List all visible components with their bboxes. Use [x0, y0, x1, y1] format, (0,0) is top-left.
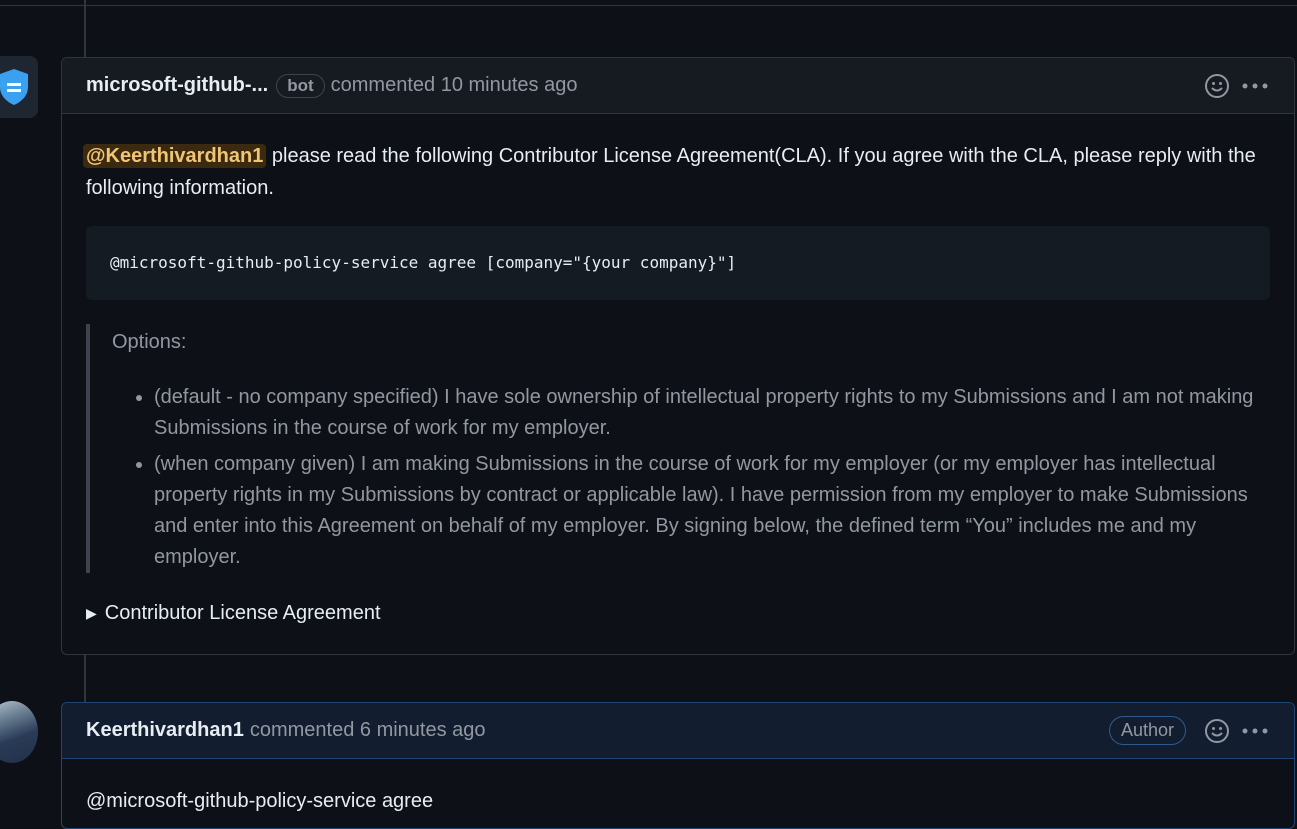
options-list: (default - no company specified) I have …	[112, 382, 1270, 573]
user-avatar[interactable]	[0, 701, 38, 763]
bot-badge: bot	[276, 73, 325, 98]
timeline-line	[84, 653, 86, 703]
author-badge: Author	[1108, 716, 1186, 745]
options-quote: Options: (default - no company specified…	[86, 324, 1270, 573]
options-title: Options:	[112, 331, 187, 353]
kebab-icon[interactable]	[1240, 718, 1270, 744]
code-block: @microsoft-github-policy-service agree […	[86, 226, 1270, 300]
comment-body: @microsoft-github-policy-service agree	[62, 759, 1294, 817]
comment-timestamp[interactable]: commented 10 minutes ago	[331, 74, 578, 97]
comment-body: @Keerthivardhan1 please read the followi…	[62, 114, 1294, 629]
bot-avatar[interactable]	[0, 56, 38, 118]
comment-timestamp[interactable]: commented 6 minutes ago	[250, 719, 486, 742]
list-item: (default - no company specified) I have …	[154, 382, 1270, 444]
list-item: (when company given) I am making Submiss…	[154, 449, 1270, 573]
intro-paragraph: @Keerthivardhan1 please read the followi…	[83, 140, 1270, 204]
comment-header: Keerthivardhan1 commented 6 minutes ago …	[62, 703, 1294, 759]
details-toggle[interactable]: ▶ Contributor License Agreement	[86, 597, 1270, 629]
shield-icon	[0, 69, 28, 105]
kebab-icon[interactable]	[1240, 73, 1270, 99]
comment-author[interactable]: microsoft-github-...	[86, 74, 268, 97]
comment-author[interactable]: Keerthivardhan1	[86, 719, 244, 742]
timeline-line	[84, 0, 86, 58]
comment-text: @microsoft-github-policy-service agree	[86, 790, 434, 812]
comment-header: microsoft-github-... bot commented 10 mi…	[62, 58, 1294, 114]
author-comment: Keerthivardhan1 commented 6 minutes ago …	[61, 702, 1295, 829]
details-label: Contributor License Agreement	[104, 602, 381, 624]
smiley-icon[interactable]	[1204, 718, 1230, 744]
code-text: @microsoft-github-policy-service agree […	[110, 253, 737, 272]
triangle-right-icon: ▶	[86, 605, 97, 621]
user-mention[interactable]: @Keerthivardhan1	[83, 144, 267, 168]
smiley-icon[interactable]	[1204, 73, 1230, 99]
previous-item-edge	[0, 0, 1297, 6]
bot-comment: microsoft-github-... bot commented 10 mi…	[61, 57, 1295, 655]
